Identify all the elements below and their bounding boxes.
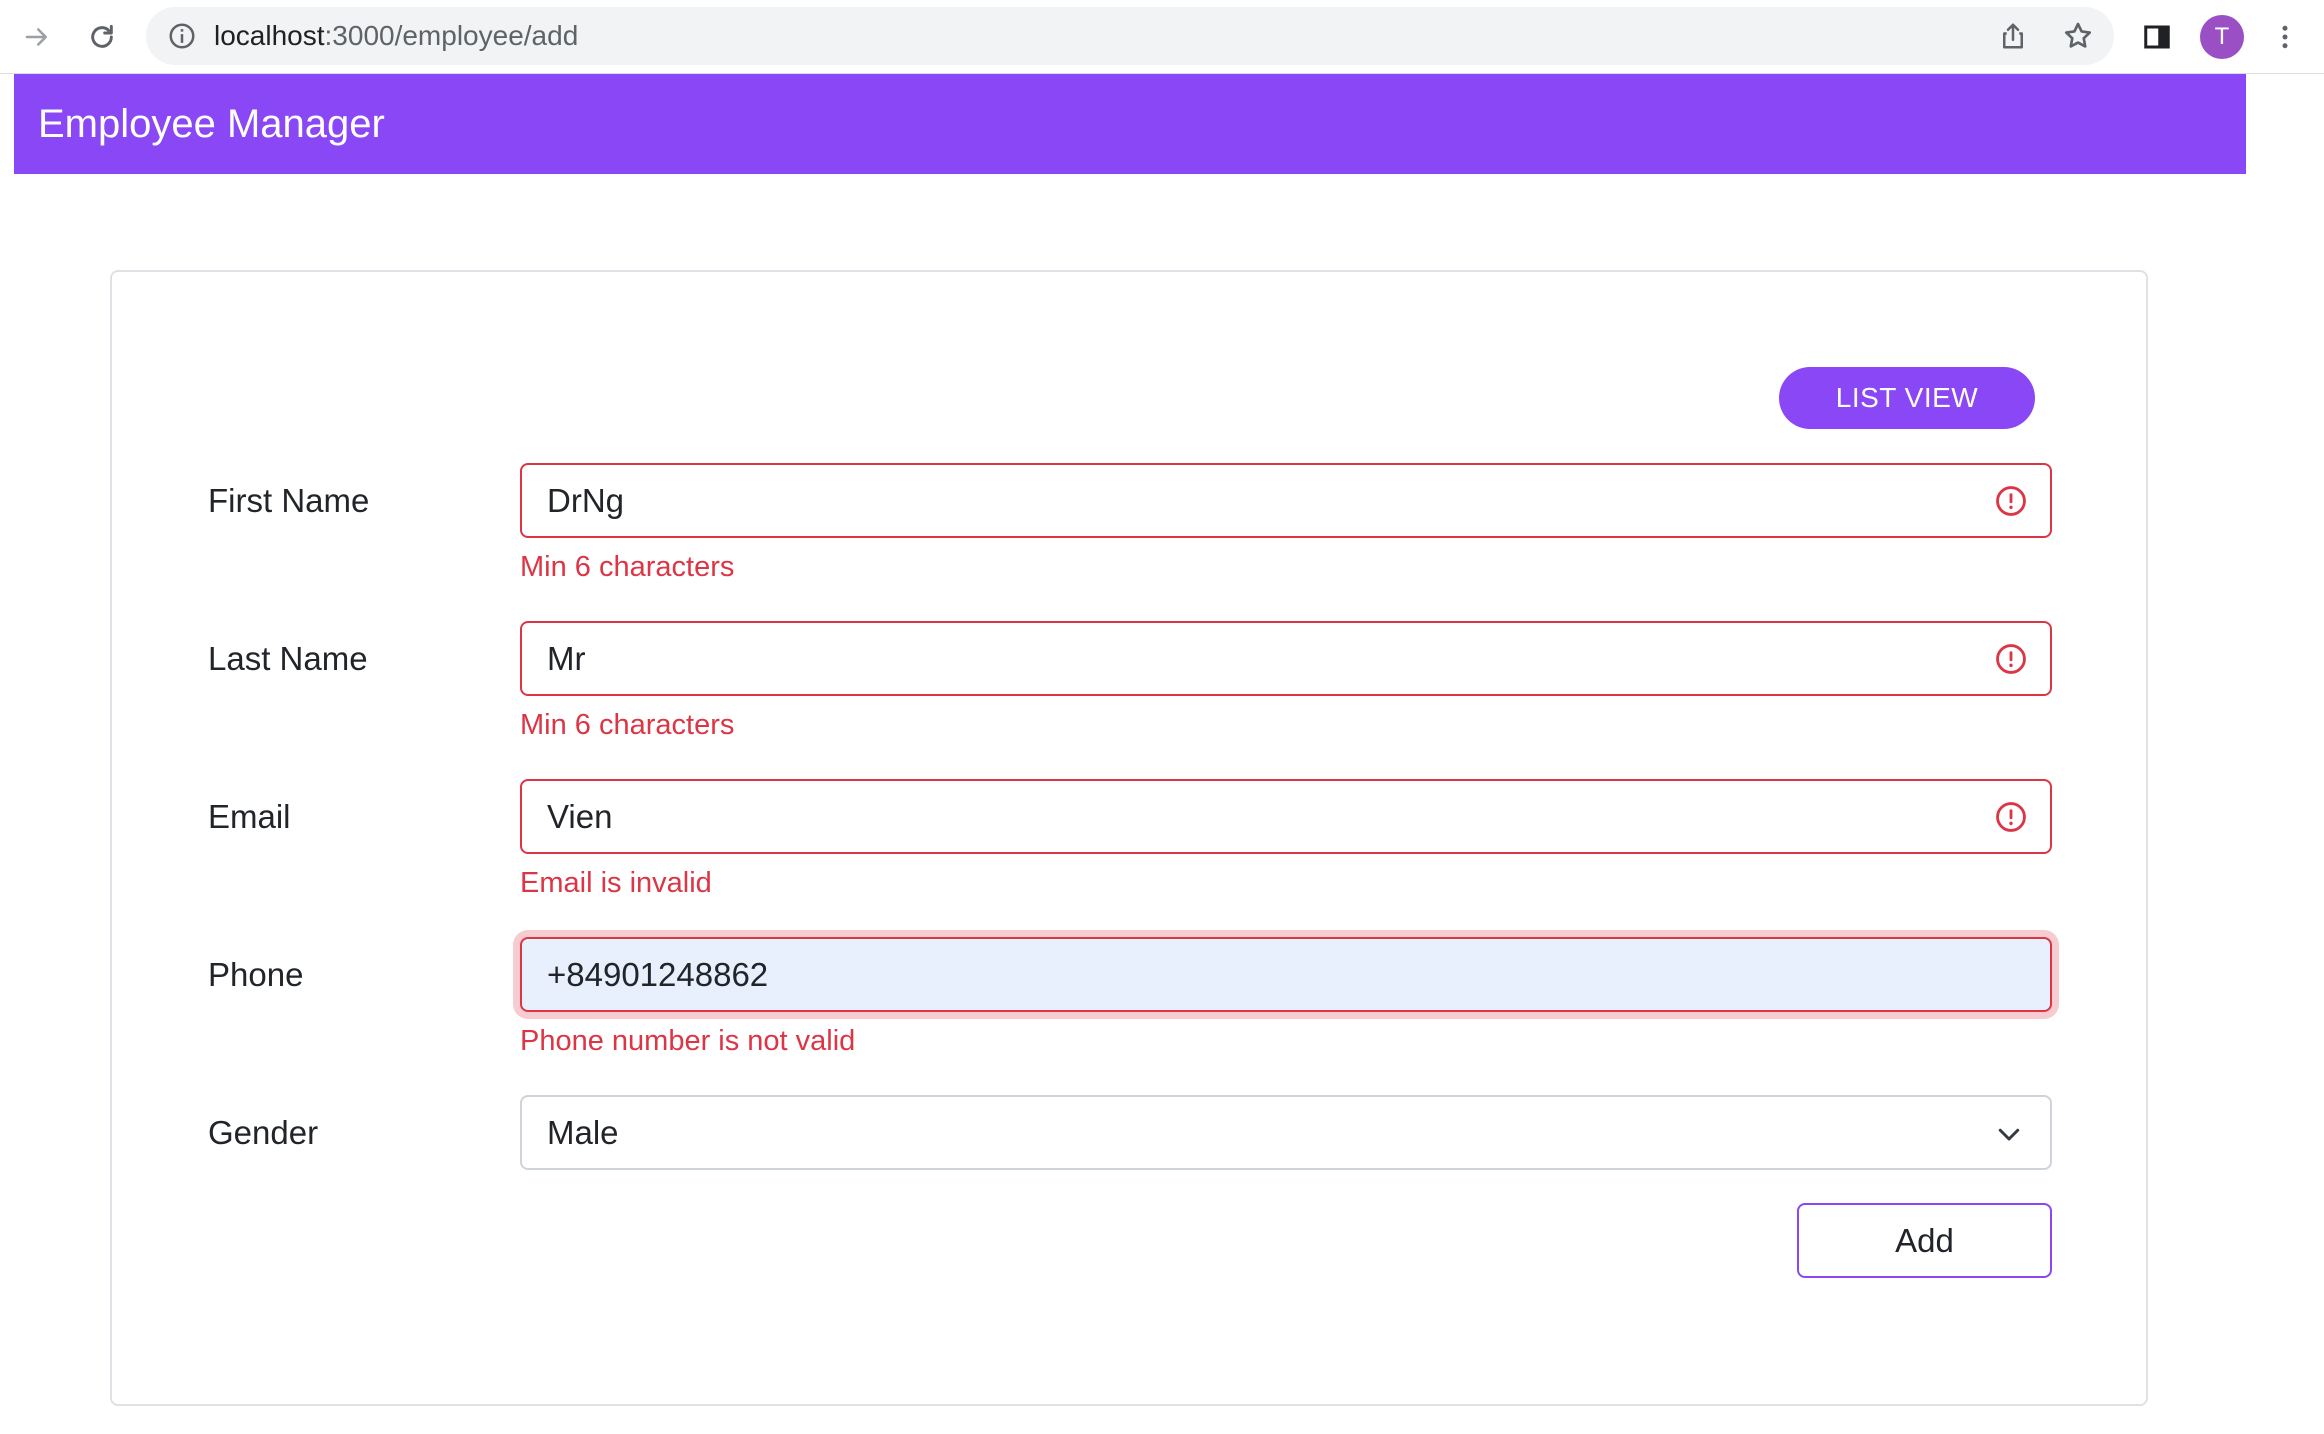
phone-field[interactable]: +84901248862 (520, 937, 2052, 1012)
star-icon[interactable] (2058, 16, 2098, 56)
avatar[interactable]: T (2200, 15, 2244, 59)
gender-label: Gender (208, 1114, 319, 1151)
last-name-label: Last Name (208, 640, 368, 677)
side-panel-icon[interactable] (2134, 14, 2180, 60)
last-name-value: Mr (547, 640, 586, 677)
email-field[interactable]: Vien (520, 779, 2052, 854)
last-name-error: Min 6 characters (520, 709, 735, 741)
add-button[interactable]: Add (1797, 1203, 2052, 1278)
app-title[interactable]: Employee Manager (38, 74, 385, 174)
gender-value: Male (547, 1114, 619, 1151)
browser-toolbar: localhost:3000/employee/add T (0, 0, 2324, 74)
last-name-field[interactable]: Mr (520, 621, 2052, 696)
first-name-error: Min 6 characters (520, 551, 735, 583)
url-host: localhost (214, 20, 325, 51)
email-value: Vien (547, 798, 613, 835)
phone-label: Phone (208, 956, 304, 993)
email-error: Email is invalid (520, 867, 712, 899)
gender-select[interactable]: Male (520, 1095, 2052, 1170)
error-circle-icon (1994, 642, 2028, 676)
address-bar[interactable]: localhost:3000/employee/add (146, 7, 2114, 65)
kebab-menu-icon[interactable] (2262, 14, 2308, 60)
url-text: localhost:3000/employee/add (214, 7, 578, 65)
phone-value: +84901248862 (547, 956, 769, 993)
first-name-value: DrNg (547, 482, 625, 519)
share-icon[interactable] (1993, 16, 2033, 56)
error-circle-icon (1994, 800, 2028, 834)
url-path: :3000/employee/add (324, 20, 579, 51)
first-name-field[interactable]: DrNg (520, 463, 2052, 538)
info-icon[interactable] (162, 16, 202, 56)
email-label: Email (208, 798, 291, 835)
app-navbar: Employee Manager (14, 74, 2246, 174)
reload-icon[interactable] (79, 14, 125, 60)
phone-error: Phone number is not valid (520, 1025, 856, 1057)
chevron-down-icon (1994, 1119, 2024, 1149)
arrow-right-icon[interactable] (14, 14, 60, 60)
first-name-label: First Name (208, 482, 370, 519)
error-circle-icon (1994, 484, 2028, 518)
list-view-button[interactable]: LIST VIEW (1779, 367, 2035, 429)
